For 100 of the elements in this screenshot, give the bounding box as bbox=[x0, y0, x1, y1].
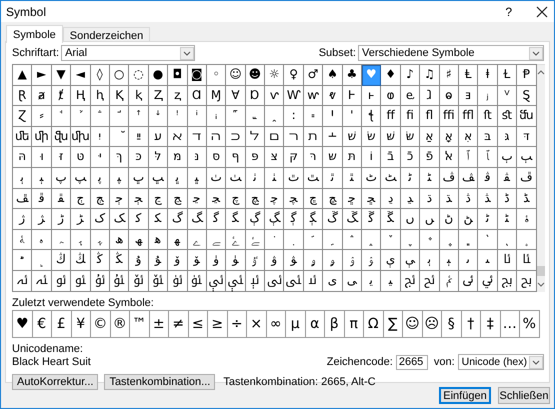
symbol-cell[interactable]: ﬁ bbox=[400, 106, 420, 127]
symbol-cell[interactable]: Ɽ bbox=[13, 86, 32, 106]
symbol-cell[interactable]: ﮓ bbox=[188, 209, 207, 230]
symbol-cell[interactable]: ﬄ bbox=[458, 106, 478, 127]
symbol-cell[interactable]: ﮹ bbox=[400, 230, 420, 250]
symbol-cell[interactable]: ﮤ bbox=[517, 209, 537, 230]
symbol-cell[interactable]: ﭫ bbox=[458, 168, 478, 189]
symbol-cell[interactable]: ◌ bbox=[129, 65, 149, 86]
symbol-cell[interactable]: ﮾ bbox=[498, 230, 518, 250]
symbol-cell[interactable]: ﭦ bbox=[362, 168, 382, 189]
symbol-cell[interactable]: ﮸ bbox=[381, 230, 401, 250]
symbol-cell[interactable]: ﯞ bbox=[265, 250, 284, 271]
symbol-cell[interactable]: ﯓ bbox=[52, 250, 72, 271]
symbol-cell[interactable]: ﭓ bbox=[517, 147, 537, 168]
symbol-cell[interactable]: ♦ bbox=[381, 65, 401, 86]
symbol-cell[interactable]: ﭵ bbox=[129, 188, 149, 210]
symbol-cell[interactable]: ﬕ bbox=[32, 126, 52, 148]
symbol-cell[interactable]: ﬅ bbox=[478, 106, 498, 127]
symbol-cell[interactable]: ♣ bbox=[342, 65, 362, 86]
symbol-cell[interactable]: ꜗ bbox=[52, 106, 72, 127]
symbol-cell[interactable]: ﯪ bbox=[498, 250, 518, 271]
symbol-cell[interactable]: ﮙ bbox=[304, 209, 324, 230]
symbol-cell[interactable]: ﬩ bbox=[323, 126, 343, 148]
symbol-cell[interactable]: ﯧ bbox=[440, 250, 459, 271]
symbol-cell[interactable]: שׂ bbox=[362, 126, 382, 148]
symbol-cell[interactable]: ﭼ bbox=[265, 188, 284, 210]
symbol-cell[interactable]: ﰅ bbox=[498, 270, 518, 292]
char-code-field[interactable]: 2665 bbox=[396, 354, 428, 370]
symbol-cell[interactable]: ﬥ bbox=[246, 126, 266, 148]
symbol-cell[interactable]: ☼ bbox=[265, 65, 284, 86]
symbol-cell[interactable]: ﯗ bbox=[129, 250, 149, 271]
symbol-cell[interactable]: ﭠ bbox=[246, 168, 266, 189]
dialog-button[interactable]: Schließen bbox=[498, 387, 550, 404]
symbol-cell[interactable]: ﯥ bbox=[400, 250, 420, 271]
symbol-cell[interactable]: ﬢ bbox=[188, 126, 207, 148]
action-button[interactable]: AutoKorrektur... bbox=[12, 374, 98, 390]
symbol-cell[interactable]: ﭩ bbox=[420, 168, 440, 189]
symbol-cell[interactable]: ⱱ bbox=[265, 86, 284, 106]
symbol-cell[interactable]: פֿ bbox=[420, 147, 440, 168]
symbol-cell[interactable]: ꞌ bbox=[342, 106, 362, 127]
symbol-cell[interactable]: ﮁ bbox=[362, 188, 382, 210]
scroll-up-icon[interactable] bbox=[536, 69, 545, 75]
symbol-cell[interactable]: אַ bbox=[420, 126, 440, 148]
symbol-cell[interactable]: Ɱ bbox=[206, 86, 226, 106]
symbol-cell[interactable]: ﭺ bbox=[226, 188, 246, 210]
symbol-cell[interactable]: ﮭ bbox=[168, 230, 188, 250]
symbol-cell[interactable]: ﮖ bbox=[246, 209, 266, 230]
symbol-cell[interactable]: ♯ bbox=[440, 65, 459, 86]
symbol-cell[interactable]: ﮯ bbox=[206, 230, 226, 250]
symbol-cell[interactable]: ﭱ bbox=[52, 188, 72, 210]
symbol-cell[interactable]: ﭑ bbox=[478, 147, 498, 168]
symbol-cell[interactable]: ◦ bbox=[206, 65, 226, 86]
symbol-cell[interactable]: הּ bbox=[13, 147, 32, 168]
symbol-cell[interactable]: ﯖ bbox=[110, 250, 130, 271]
symbol-cell[interactable]: ﮏ bbox=[110, 209, 130, 230]
symbol-cell[interactable]: ﭙ bbox=[110, 168, 130, 189]
symbol-cell[interactable]: ﮀ bbox=[342, 188, 362, 210]
symbol-cell[interactable]: שּׂ bbox=[400, 126, 420, 148]
symbol-cell[interactable]: ﮣ bbox=[498, 209, 518, 230]
symbol-cell[interactable]: ﮃ bbox=[400, 188, 420, 210]
symbol-cell[interactable]: ﯯ bbox=[71, 270, 91, 292]
symbol-cell[interactable]: ﮱ bbox=[246, 230, 266, 250]
symbol-cell[interactable]: רּ bbox=[304, 147, 324, 168]
symbol-cell[interactable]: ﮜ bbox=[362, 209, 382, 230]
symbol-cell[interactable]: Ɒ bbox=[246, 86, 266, 106]
symbol-cell[interactable]: ꜛ bbox=[129, 106, 149, 127]
symbol-cell[interactable]: Ɀ bbox=[13, 106, 32, 127]
symbol-cell[interactable]: ﬣ bbox=[206, 126, 226, 148]
symbol-cell[interactable]: ◘ bbox=[168, 65, 188, 86]
symbol-cell[interactable]: ﭬ bbox=[478, 168, 498, 189]
symbol-cell[interactable]: צּ bbox=[265, 147, 284, 168]
symbol-cell[interactable]: ﭕ bbox=[32, 168, 52, 189]
symbol-cell[interactable]: ⱬ bbox=[168, 86, 188, 106]
symbol-cell[interactable]: ﭽ bbox=[284, 188, 304, 210]
symbol-cell[interactable]: Ȿ bbox=[517, 86, 537, 106]
symbol-cell[interactable]: ◊ bbox=[90, 65, 110, 86]
symbol-cell[interactable]: ꜘ bbox=[71, 106, 91, 127]
symbol-cell[interactable]: ﮰ bbox=[226, 230, 246, 250]
symbol-cell[interactable]: ⱪ bbox=[129, 86, 149, 106]
subset-dropdown[interactable]: Verschiedene Symbole bbox=[358, 45, 544, 61]
symbol-cell[interactable]: ﯕ bbox=[90, 250, 110, 271]
symbol-cell[interactable]: ףּ bbox=[226, 147, 246, 168]
symbol-cell[interactable]: ﯠ bbox=[304, 250, 324, 271]
symbol-cell[interactable]: ꞎ bbox=[362, 106, 382, 127]
symbol-cell[interactable]: Ⱳ bbox=[284, 86, 304, 106]
symbol-cell[interactable]: ﭒ bbox=[498, 147, 518, 168]
symbol-cell[interactable]: ⱨ bbox=[90, 86, 110, 106]
symbol-cell[interactable]: Ɫ bbox=[498, 65, 518, 86]
symbol-cell[interactable]: ꞊ bbox=[304, 106, 324, 127]
dialog-button[interactable]: Einfügen bbox=[439, 387, 491, 404]
symbol-cell[interactable]: ﯙ bbox=[168, 250, 188, 271]
symbol-cell[interactable]: ﬗ bbox=[71, 126, 91, 148]
symbol-cell[interactable]: ﯦ bbox=[420, 250, 440, 271]
symbol-cell[interactable]: ● bbox=[148, 65, 168, 86]
symbol-cell[interactable]: ﮞ bbox=[400, 209, 420, 230]
symbol-cell[interactable]: ﯤ bbox=[381, 250, 401, 271]
symbol-cell[interactable]: ﬞ bbox=[110, 126, 130, 148]
help-button[interactable]: ? bbox=[501, 4, 516, 18]
symbol-cell[interactable]: ﭣ bbox=[304, 168, 324, 189]
symbol-cell[interactable]: כּ bbox=[129, 147, 149, 168]
